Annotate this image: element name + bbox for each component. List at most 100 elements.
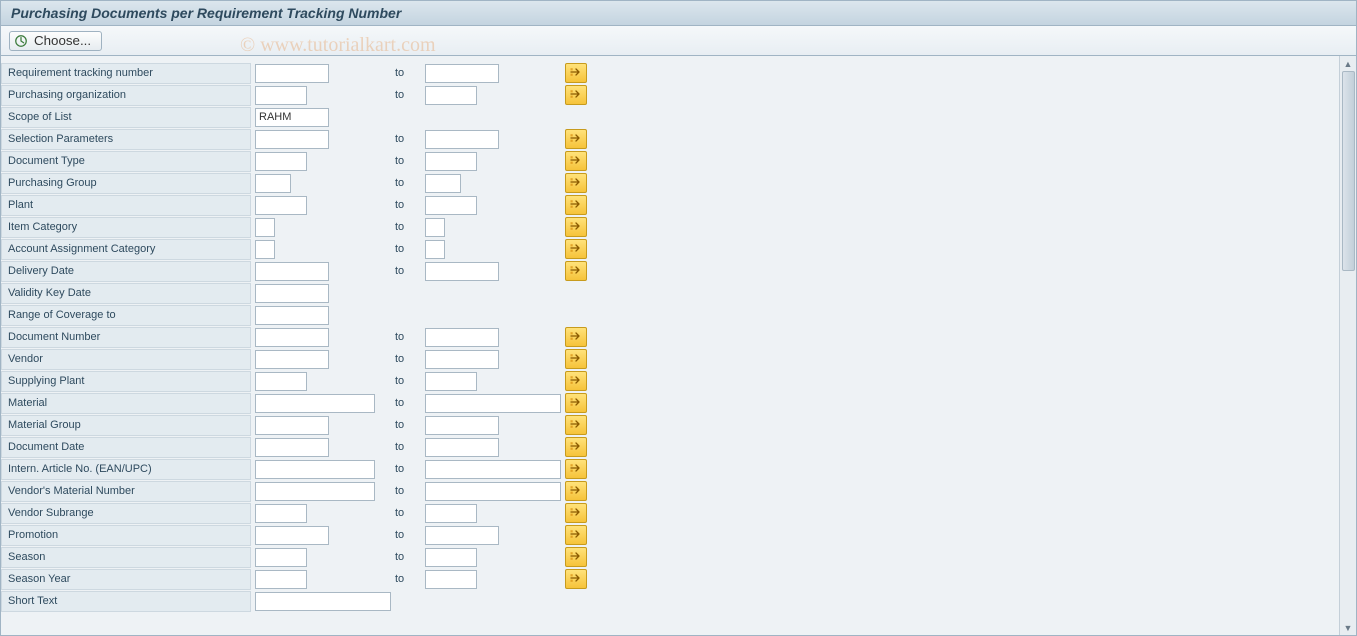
to-input[interactable]	[425, 240, 445, 259]
to-input[interactable]	[425, 152, 477, 171]
from-input[interactable]	[255, 460, 375, 479]
arrow-right-icon	[570, 177, 582, 190]
from-input[interactable]	[255, 592, 391, 611]
to-input[interactable]	[425, 372, 477, 391]
to-label: to	[395, 89, 425, 101]
to-input[interactable]	[425, 438, 499, 457]
form-row: Purchasing Groupto	[1, 172, 1338, 194]
from-input[interactable]	[255, 328, 329, 347]
from-input[interactable]	[255, 152, 307, 171]
scroll-down-arrow-icon[interactable]: ▼	[1341, 620, 1356, 635]
arrow-right-icon	[570, 133, 582, 146]
to-label: to	[395, 221, 425, 233]
scroll-thumb[interactable]	[1342, 71, 1355, 271]
to-label: to	[395, 67, 425, 79]
field-label: Account Assignment Category	[1, 239, 251, 260]
to-input[interactable]	[425, 482, 561, 501]
multiple-selection-button[interactable]	[565, 349, 587, 369]
to-input[interactable]	[425, 86, 477, 105]
to-input[interactable]	[425, 526, 499, 545]
to-input[interactable]	[425, 64, 499, 83]
to-input[interactable]	[425, 350, 499, 369]
from-input[interactable]	[255, 416, 329, 435]
to-input[interactable]	[425, 416, 499, 435]
to-input[interactable]	[425, 548, 477, 567]
from-input[interactable]	[255, 218, 275, 237]
field-label: Intern. Article No. (EAN/UPC)	[1, 459, 251, 480]
to-input[interactable]	[425, 174, 461, 193]
multiple-selection-button[interactable]	[565, 459, 587, 479]
from-input[interactable]	[255, 64, 329, 83]
choose-button[interactable]: Choose...	[9, 31, 102, 51]
arrow-right-icon	[570, 199, 582, 212]
from-input[interactable]	[255, 284, 329, 303]
from-input[interactable]	[255, 548, 307, 567]
to-label: to	[395, 485, 425, 497]
field-label: Item Category	[1, 217, 251, 238]
from-input[interactable]	[255, 174, 291, 193]
to-label: to	[395, 331, 425, 343]
to-input[interactable]	[425, 262, 499, 281]
multiple-selection-button[interactable]	[565, 393, 587, 413]
scroll-track[interactable]	[1341, 71, 1356, 620]
to-input[interactable]	[425, 218, 445, 237]
multiple-selection-button[interactable]	[565, 503, 587, 523]
multiple-selection-button[interactable]	[565, 481, 587, 501]
form-row: Validity Key Date	[1, 282, 1338, 304]
multiple-selection-button[interactable]	[565, 437, 587, 457]
to-label: to	[395, 133, 425, 145]
from-input[interactable]	[255, 438, 329, 457]
from-input[interactable]	[255, 240, 275, 259]
from-input[interactable]	[255, 306, 329, 325]
form-row: Account Assignment Categoryto	[1, 238, 1338, 260]
from-input[interactable]	[255, 526, 329, 545]
multiple-selection-button[interactable]	[565, 151, 587, 171]
scroll-up-arrow-icon[interactable]: ▲	[1341, 56, 1356, 71]
to-input[interactable]	[425, 394, 561, 413]
from-input[interactable]	[255, 130, 329, 149]
vertical-scrollbar[interactable]: ▲ ▼	[1339, 56, 1356, 635]
multiple-selection-button[interactable]	[565, 173, 587, 193]
to-input[interactable]	[425, 504, 477, 523]
multiple-selection-button[interactable]	[565, 195, 587, 215]
to-label: to	[395, 397, 425, 409]
to-input[interactable]	[425, 130, 499, 149]
multiple-selection-button[interactable]	[565, 569, 587, 589]
from-input[interactable]	[255, 570, 307, 589]
multiple-selection-button[interactable]	[565, 371, 587, 391]
multiple-selection-button[interactable]	[565, 129, 587, 149]
from-input[interactable]	[255, 482, 375, 501]
multiple-selection-button[interactable]	[565, 217, 587, 237]
from-input[interactable]	[255, 196, 307, 215]
multiple-selection-button[interactable]	[565, 547, 587, 567]
multiple-selection-button[interactable]	[565, 327, 587, 347]
from-input[interactable]	[255, 108, 329, 127]
content-wrapper: Requirement tracking numbertoPurchasing …	[0, 56, 1357, 636]
from-input[interactable]	[255, 394, 375, 413]
arrow-right-icon	[570, 375, 582, 388]
from-input[interactable]	[255, 504, 307, 523]
form-row: Season Yearto	[1, 568, 1338, 590]
multiple-selection-button[interactable]	[565, 85, 587, 105]
to-label: to	[395, 353, 425, 365]
form-row: Supplying Plantto	[1, 370, 1338, 392]
to-input[interactable]	[425, 196, 477, 215]
to-input[interactable]	[425, 570, 477, 589]
from-input[interactable]	[255, 86, 307, 105]
form-row: Intern. Article No. (EAN/UPC)to	[1, 458, 1338, 480]
multiple-selection-button[interactable]	[565, 239, 587, 259]
field-label: Material	[1, 393, 251, 414]
multiple-selection-button[interactable]	[565, 525, 587, 545]
form-row: Material Groupto	[1, 414, 1338, 436]
from-input[interactable]	[255, 262, 329, 281]
to-input[interactable]	[425, 328, 499, 347]
multiple-selection-button[interactable]	[565, 63, 587, 83]
arrow-right-icon	[570, 265, 582, 278]
multiple-selection-button[interactable]	[565, 261, 587, 281]
from-input[interactable]	[255, 350, 329, 369]
field-label: Vendor	[1, 349, 251, 370]
from-input[interactable]	[255, 372, 307, 391]
to-label: to	[395, 419, 425, 431]
to-input[interactable]	[425, 460, 561, 479]
multiple-selection-button[interactable]	[565, 415, 587, 435]
